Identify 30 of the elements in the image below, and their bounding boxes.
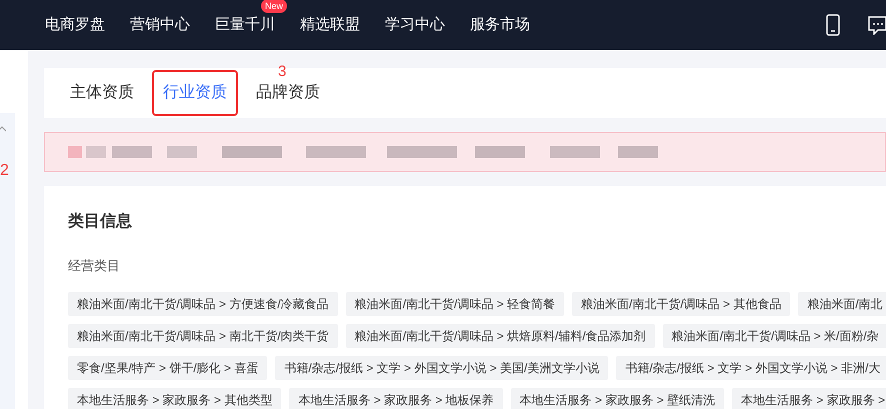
category-tag: 零食/坚果/特产 > 饼干/膨化 > 喜蛋 <box>68 356 268 380</box>
category-tag: 书籍/杂志/报纸 > 文学 > 外国文学小说 > 美国/美洲文学小说 <box>275 356 608 380</box>
annotation-number: 3 <box>278 62 286 82</box>
message-icon[interactable] <box>868 15 886 35</box>
category-tag: 粮油米面/南北 <box>798 292 886 316</box>
category-tag: 本地生活服务 > 家政服务 > 其他类型 <box>68 388 282 409</box>
nav-link[interactable]: 精选联盟 <box>300 16 360 33</box>
category-tag: 本地生活服务 > 家政服务 > 壁纸清洗 <box>510 388 724 409</box>
category-tag: 粮油米面/南北干货/调味品 > 烘焙原料/辅料/食品添加剂 <box>346 324 655 348</box>
category-tag: 粮油米面/南北干货/调味品 > 方便速食/冷藏食品 <box>68 292 338 316</box>
nav-link[interactable]: 学习中心 <box>385 16 445 33</box>
chevron-up-icon[interactable] <box>0 125 6 133</box>
nav-link[interactable]: 电商罗盘 <box>45 16 105 33</box>
nav-link[interactable]: 巨量千川 <box>215 16 275 33</box>
category-tag: 粮油米面/南北干货/调味品 > 米/面粉/杂 <box>662 324 886 348</box>
card-title: 类目信息 <box>68 212 133 232</box>
tab[interactable]: 主体资质 <box>68 70 136 116</box>
phone-icon[interactable] <box>826 14 840 36</box>
category-tag: 书籍/杂志/报纸 > 文学 > 外国文学小说 > 非洲/大 <box>616 356 886 380</box>
new-badge: New <box>260 0 287 13</box>
category-tag: 本地生活服务 > 家政服务 > <box>732 388 886 409</box>
category-tag: 粮油米面/南北干货/调味品 > 南北干货/肉类干货 <box>68 324 338 348</box>
section-label: 经营类目 <box>68 257 121 275</box>
nav-link[interactable]: 营销中心 <box>130 16 190 33</box>
nav-link[interactable]: 服务市场 <box>470 16 530 33</box>
category-tag: 粮油米面/南北干货/调味品 > 轻食简餐 <box>346 292 564 316</box>
category-tag: 本地生活服务 > 家政服务 > 地板保养 <box>289 388 503 409</box>
category-tag: 粮油米面/南北干货/调味品 > 其他食品 <box>572 292 790 316</box>
tab[interactable]: 行业资质 <box>152 70 238 116</box>
annotation-number: 2 <box>0 163 9 179</box>
